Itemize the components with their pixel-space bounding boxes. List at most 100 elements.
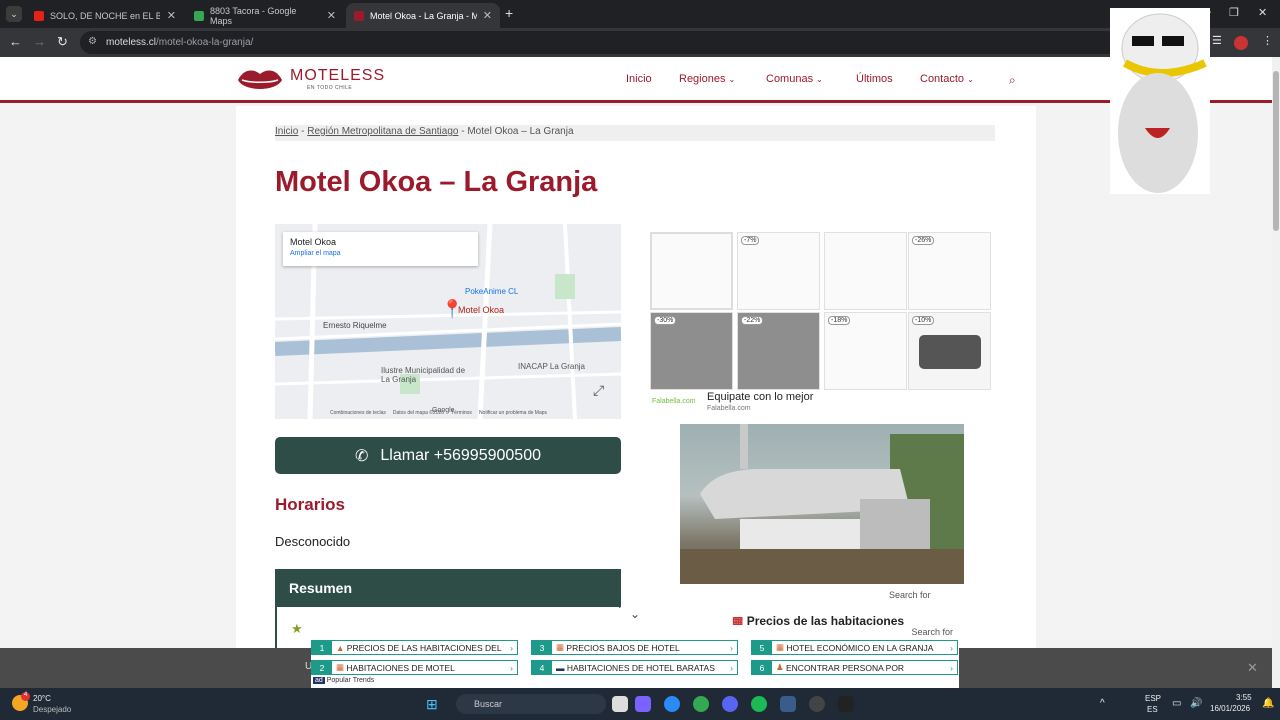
ad-link-text: HABITACIONES DE MOTEL xyxy=(346,662,455,673)
ad-link[interactable]: 3 ▦ PRECIOS BAJOS DE HOTEL › xyxy=(531,640,738,655)
product-ad-grid[interactable]: -7% -26% -30% -22% -18% -10% xyxy=(650,232,996,392)
copilot-icon[interactable] xyxy=(635,696,651,712)
menu-comunas[interactable]: Comunas ⌄ xyxy=(766,73,823,85)
discord-icon[interactable] xyxy=(722,696,738,712)
embedded-map[interactable]: Motel Okoa Ampliar el mapa 📍 Motel Okoa … xyxy=(275,224,621,419)
forward-icon[interactable]: → xyxy=(33,34,46,49)
map-poi-label: Ilustre Municipalidad de La Granja xyxy=(381,366,466,384)
map-footer-item[interactable]: Combinaciones de teclas xyxy=(330,410,386,416)
ad-link[interactable]: 6 ♟ ENCONTRAR PERSONA POR › xyxy=(751,660,958,675)
clock-date[interactable]: 16/01/2026 xyxy=(1210,704,1250,713)
ad-product-tile[interactable]: -7% xyxy=(737,232,820,310)
ad-link[interactable]: 1 ▲ PRECIOS DE LAS HABITACIONES DEL › xyxy=(311,640,518,655)
app-icon[interactable] xyxy=(809,696,825,712)
url-host: moteless.cl xyxy=(106,37,157,48)
profile-avatar[interactable] xyxy=(1234,36,1248,50)
restore-button[interactable]: ❐ xyxy=(1229,6,1239,19)
volume-icon[interactable]: 🔊 xyxy=(1190,698,1202,709)
popular-trends[interactable]: ad Popular Trends xyxy=(313,677,374,684)
map-footer-item[interactable]: Términos xyxy=(451,410,472,416)
search-icon[interactable]: ⌕ xyxy=(1009,73,1016,88)
tab-google-maps[interactable]: 8803 Tacora - Google Maps ✕ xyxy=(186,3,344,28)
menu-contacto[interactable]: Contacto ⌄ xyxy=(920,73,974,85)
ad-product-tile[interactable] xyxy=(650,232,733,310)
menu-inicio[interactable]: Inicio xyxy=(626,73,652,85)
logo-text[interactable]: MOTELESS xyxy=(290,67,385,85)
tab-youtube[interactable]: SOLO, DE NOCHE en EL BARRIO ✕ xyxy=(26,3,184,28)
weather-desc: Despejado xyxy=(33,705,72,714)
chevron-up-icon[interactable]: ^ xyxy=(1100,698,1105,709)
site-info-icon[interactable]: ⚙ xyxy=(88,36,97,47)
chevron-right-icon: › xyxy=(730,642,733,653)
search-for-label: Search for xyxy=(911,627,953,637)
page-scrollbar[interactable] xyxy=(1272,57,1280,688)
ad-caption[interactable]: Equipate con lo mejor xyxy=(707,391,813,403)
resumen-heading: Resumen xyxy=(277,571,619,607)
ad-link[interactable]: 2 ▦ HABITACIONES DE MOTEL › xyxy=(311,660,518,675)
ad-product-tile[interactable]: -22% xyxy=(737,312,820,390)
ad-link[interactable]: 4 ▬ HABITACIONES DE HOTEL BARATAS › xyxy=(531,660,738,675)
breadcrumb-region[interactable]: Región Metropolitana de Santiago xyxy=(307,126,458,137)
collapse-ad-button[interactable]: ⌄ xyxy=(618,607,652,627)
close-window-button[interactable]: ✕ xyxy=(1258,6,1267,19)
ad-product-tile[interactable]: -10% xyxy=(908,312,991,390)
close-icon[interactable]: ✕ xyxy=(327,9,336,22)
ad-product-tile[interactable]: -26% xyxy=(908,232,991,310)
menu-icon[interactable]: ⋮ xyxy=(1262,34,1273,47)
notification-icon[interactable]: 🔔 xyxy=(1262,698,1274,709)
tab-strip: ⌄ SOLO, DE NOCHE en EL BARRIO ✕ 8803 Tac… xyxy=(0,0,1280,28)
chevron-down-icon: ⌄ xyxy=(629,607,641,621)
url-path: /motel-okoa-la-granja/ xyxy=(156,37,254,48)
map-marker-label: Motel Okoa xyxy=(458,305,505,315)
new-tab-button[interactable]: + xyxy=(505,5,513,21)
file-explorer-icon[interactable] xyxy=(612,696,628,712)
scrollbar-thumb[interactable] xyxy=(1273,71,1279,231)
close-ad-icon[interactable]: ✕ xyxy=(1247,660,1258,676)
youtube-icon xyxy=(34,10,44,21)
close-icon[interactable]: ✕ xyxy=(167,9,176,22)
popular-trends-label: Popular Trends xyxy=(326,677,375,684)
chevron-down-icon: ⌄ xyxy=(728,75,736,84)
spotify-icon[interactable] xyxy=(751,696,767,712)
back-icon[interactable]: ← xyxy=(9,34,22,49)
ad-product-tile[interactable]: -18% xyxy=(824,312,907,390)
close-icon[interactable]: ✕ xyxy=(483,9,492,22)
network-icon[interactable]: ▭ xyxy=(1172,698,1181,709)
ad-link-text: PRECIOS DE LAS HABITACIONES DEL xyxy=(346,642,502,653)
map-footer-item[interactable]: Notificar un problema de Maps xyxy=(479,410,547,416)
reload-icon[interactable]: ↻ xyxy=(57,34,68,50)
menu-ultimos[interactable]: Últimos xyxy=(856,73,893,85)
menu-label: Contacto xyxy=(920,73,965,85)
address-bar[interactable]: ⚙ moteless.cl/motel-okoa-la-granja/ xyxy=(80,31,1200,54)
lips-logo-icon[interactable] xyxy=(236,66,284,94)
breadcrumb-sep: - xyxy=(298,126,308,137)
ad-product-tile[interactable]: -30% xyxy=(650,312,733,390)
epic-games-icon[interactable] xyxy=(838,696,854,712)
search-for-label: Search for xyxy=(889,590,931,600)
clock-time[interactable]: 3:55 xyxy=(1236,693,1252,702)
reading-list-icon[interactable]: ☰ xyxy=(1212,34,1222,47)
language-primary[interactable]: ESP xyxy=(1145,694,1161,703)
app-icon[interactable] xyxy=(780,696,796,712)
map-street-label: Ernesto Riquelme xyxy=(323,321,387,330)
call-button[interactable]: ✆ Llamar +56995900500 xyxy=(275,437,621,474)
page-title: Motel Okoa – La Granja xyxy=(275,166,598,198)
chrome-icon[interactable] xyxy=(693,696,709,712)
breadcrumb-home[interactable]: Inicio xyxy=(275,126,298,137)
windows-start-icon[interactable]: ⊞ xyxy=(426,696,438,713)
chevron-right-icon: › xyxy=(730,662,733,673)
taskbar-search[interactable]: Buscar xyxy=(456,694,606,714)
fullscreen-icon[interactable]: ⤢ xyxy=(593,382,604,399)
ad-link[interactable]: 5 ▦ HOTEL ECONÓMICO EN LA GRANJA › xyxy=(751,640,958,655)
edge-icon[interactable] xyxy=(664,696,680,712)
ad-brand-logo[interactable]: Falabella.com xyxy=(652,398,696,405)
tab-list-button[interactable]: ⌄ xyxy=(6,6,22,22)
ad-product-tile[interactable] xyxy=(824,232,907,310)
menu-regiones[interactable]: Regiones ⌄ xyxy=(679,73,735,85)
language-secondary[interactable]: ES xyxy=(1147,705,1158,714)
tab-moteless[interactable]: Motel Okoa - La Granja - Motel ✕ xyxy=(346,3,500,28)
ad-link-text: HABITACIONES DE HOTEL BARATAS xyxy=(566,662,715,673)
enlarge-map-link[interactable]: Ampliar el mapa xyxy=(290,250,471,257)
map-footer-item: Datos del mapa ©2026 xyxy=(392,410,445,416)
star-icon: ★ xyxy=(291,621,303,636)
